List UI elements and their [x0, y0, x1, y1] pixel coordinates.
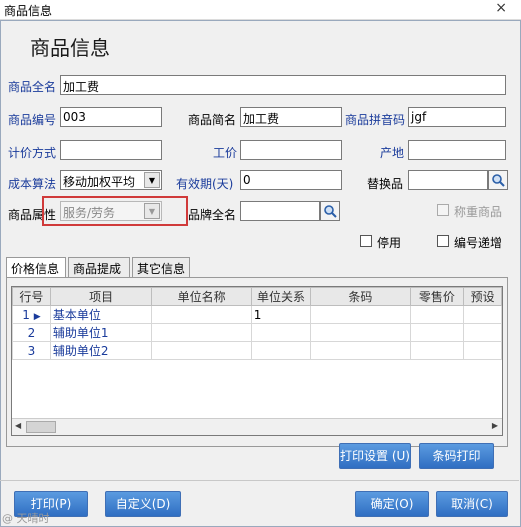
substitute-field[interactable] [408, 170, 488, 190]
brand-label: 品牌全名 [188, 208, 237, 222]
column-header[interactable]: 单位关系 [250, 287, 312, 306]
scroll-right-icon[interactable]: ▶ [492, 421, 498, 430]
cost-method-value: 移动加权平均 [63, 175, 136, 189]
tab-other-info[interactable]: 其它信息 [132, 257, 190, 277]
row-number: 1 ▶ [12, 305, 51, 324]
customize-button[interactable]: 自定义(D) [105, 491, 181, 517]
retail-cell[interactable] [409, 305, 465, 324]
barcode-print-button[interactable]: 条码打印 [419, 443, 494, 469]
tab-commission[interactable]: 商品提成 [68, 257, 130, 277]
unit-name-cell[interactable] [151, 341, 252, 360]
scroll-left-icon[interactable]: ◀ [15, 421, 21, 430]
column-header[interactable]: 零售价 [409, 287, 465, 306]
disabled-checkbox[interactable] [360, 235, 372, 247]
search-icon[interactable] [488, 170, 508, 190]
column-header[interactable]: 行号 [12, 287, 51, 306]
pricing-method-field[interactable] [60, 140, 162, 160]
validity-label: 有效期(天) [176, 177, 234, 191]
code-increment-label: 编号递增 [454, 236, 503, 250]
search-icon[interactable] [320, 201, 340, 221]
pinyin-label: 商品拼音码 [345, 113, 406, 127]
row-number: 3 [12, 341, 51, 360]
unit-name-cell[interactable] [151, 323, 252, 342]
column-header[interactable]: 预设 [463, 287, 502, 306]
close-icon[interactable]: × [495, 0, 507, 16]
cancel-button[interactable]: 取消(C) [436, 491, 508, 517]
short-name-field[interactable]: 加工费 [240, 107, 342, 127]
column-header[interactable]: 单位名称 [151, 287, 252, 306]
page-title: 商品信息 [30, 36, 110, 60]
full-name-field[interactable]: 加工费 [60, 75, 506, 95]
weighed-checkbox[interactable] [437, 204, 449, 216]
full-name-label: 商品全名 [8, 80, 57, 94]
validity-field[interactable]: 0 [240, 170, 342, 190]
origin-field[interactable] [408, 140, 506, 160]
item-cell[interactable]: 辅助单位2 [49, 341, 153, 360]
preset-cell[interactable] [463, 323, 502, 342]
item-cell[interactable]: 辅助单位1 [49, 323, 153, 342]
spec-label: 工价 [213, 146, 238, 160]
cost-method-label: 成本算法 [8, 177, 57, 191]
cost-method-select[interactable]: 移动加权平均 ▼ [60, 170, 162, 190]
tab-panel: 行号 项目 单位名称 单位关系 条码 零售价 预设 1 ▶ 基本单位 1 2 辅… [6, 277, 508, 447]
barcode-cell[interactable] [310, 323, 411, 342]
spec-field[interactable] [240, 140, 342, 160]
highlight-box [42, 196, 188, 226]
substitute-label: 替换品 [367, 177, 404, 191]
code-increment-checkbox[interactable] [437, 235, 449, 247]
chevron-down-icon[interactable]: ▼ [144, 172, 160, 188]
code-field[interactable]: 003 [60, 107, 162, 127]
pricing-method-label: 计价方式 [8, 146, 57, 160]
unit-name-cell[interactable] [151, 305, 252, 324]
barcode-cell[interactable] [310, 341, 411, 360]
tab-price-info[interactable]: 价格信息 [6, 257, 66, 278]
row-pointer-icon: ▶ [33, 311, 41, 322]
relation-cell[interactable]: 1 [250, 305, 312, 324]
short-name-label: 商品简名 [188, 113, 237, 127]
origin-label: 产地 [380, 146, 405, 160]
barcode-cell[interactable] [310, 305, 411, 324]
code-label: 商品编号 [8, 113, 57, 127]
brand-field[interactable] [240, 201, 320, 221]
relation-cell[interactable] [250, 341, 312, 360]
table-row[interactable]: 3 辅助单位2 [12, 341, 502, 360]
relation-cell[interactable] [250, 323, 312, 342]
disabled-label: 停用 [377, 236, 402, 250]
row-number: 2 [12, 323, 51, 342]
column-header[interactable]: 项目 [49, 287, 153, 306]
weighed-label: 称重商品 [454, 205, 503, 219]
preset-cell[interactable] [463, 305, 502, 324]
horizontal-scrollbar[interactable]: ◀ ▶ [12, 418, 502, 435]
divider [0, 480, 519, 481]
print-settings-button[interactable]: 打印设置 (U) [339, 443, 411, 469]
column-header[interactable]: 条码 [310, 287, 411, 306]
window-title: 商品信息 [4, 4, 53, 18]
window-titlebar: 商品信息 × [0, 0, 521, 20]
retail-cell[interactable] [409, 323, 465, 342]
preset-cell[interactable] [463, 341, 502, 360]
table-row[interactable]: 2 辅助单位1 [12, 323, 502, 342]
unit-table: 行号 项目 单位名称 单位关系 条码 零售价 预设 1 ▶ 基本单位 1 2 辅… [12, 287, 502, 360]
item-cell[interactable]: 基本单位 [49, 305, 153, 324]
scroll-thumb[interactable] [26, 421, 56, 433]
ok-button[interactable]: 确定(O) [355, 491, 429, 517]
pinyin-field[interactable]: jgf [408, 107, 506, 127]
watermark: @ 天晴时 [2, 512, 50, 525]
retail-cell[interactable] [409, 341, 465, 360]
table-header-row: 行号 项目 单位名称 单位关系 条码 零售价 预设 [12, 287, 502, 306]
table-row[interactable]: 1 ▶ 基本单位 1 [12, 305, 502, 324]
unit-grid[interactable]: 行号 项目 单位名称 单位关系 条码 零售价 预设 1 ▶ 基本单位 1 2 辅… [11, 286, 503, 436]
